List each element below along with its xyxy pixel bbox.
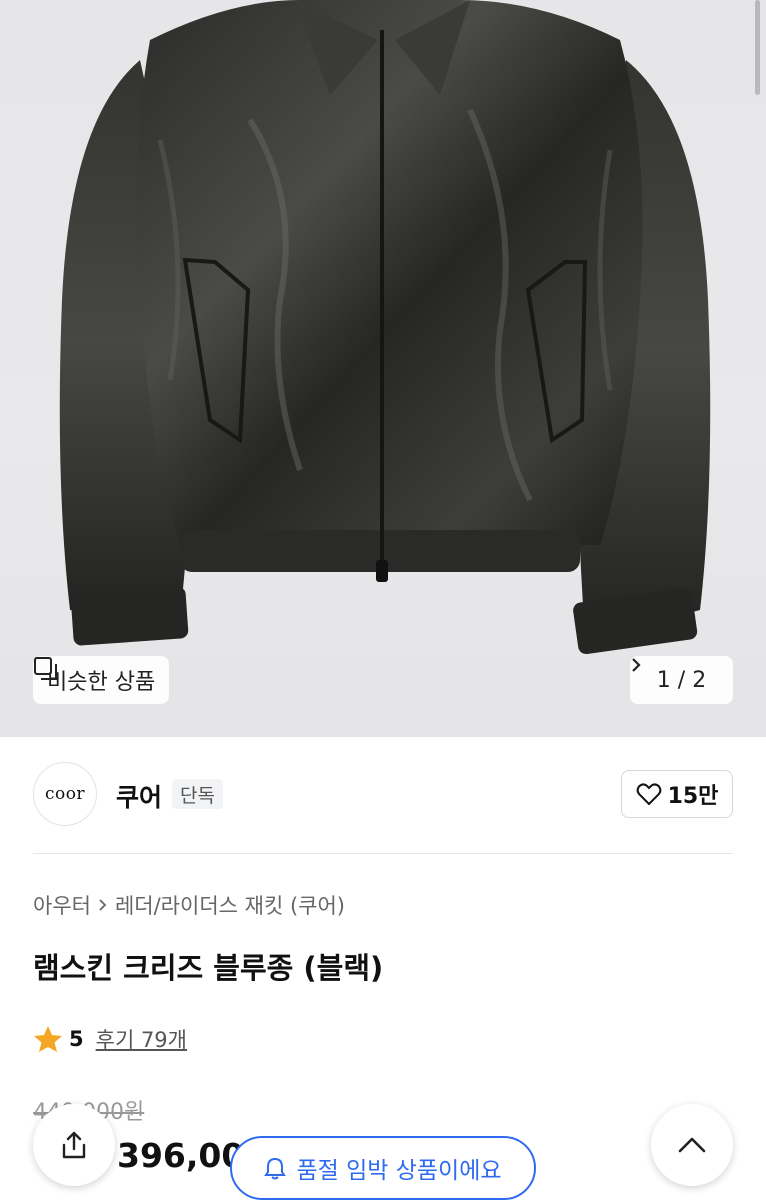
similar-icon: [34, 657, 57, 680]
bell-icon: [264, 1157, 287, 1180]
star-icon: [34, 1026, 62, 1052]
chevron-up-icon: [678, 1137, 706, 1153]
rating: 5 후기 79개: [33, 1024, 187, 1054]
heart-icon: [636, 783, 661, 806]
pager-text: 1 / 2: [656, 667, 707, 693]
like-button[interactable]: 15만: [621, 770, 733, 818]
review-link[interactable]: 후기 79개: [96, 1024, 187, 1054]
like-count: 15만: [667, 784, 719, 809]
sale-price: 396,00: [117, 1136, 245, 1175]
scrollbar[interactable]: [755, 0, 760, 95]
scroll-top-button[interactable]: [651, 1104, 733, 1186]
product-title: 램스킨 크리즈 블루종 (블랙): [33, 951, 384, 985]
brand-name[interactable]: 쿠어: [116, 778, 162, 814]
toast-text: 품절 임박 상품이에요: [296, 1158, 502, 1184]
share-button[interactable]: [33, 1104, 115, 1186]
similar-products-button[interactable]: 비슷한 상품: [33, 656, 170, 704]
breadcrumb: 아우터 레더/라이더스 재킷 (쿠어): [33, 890, 345, 920]
product-image[interactable]: 비슷한 상품 1 / 2: [0, 0, 766, 737]
low-stock-toast[interactable]: 품절 임박 상품이에요: [230, 1136, 536, 1200]
chevron-right-icon: [632, 658, 641, 672]
exclusive-badge: 단독: [172, 779, 223, 809]
share-icon: [62, 1131, 86, 1159]
divider: [33, 853, 733, 854]
chevron-right-icon: [99, 899, 107, 911]
brand-row: coor 쿠어 단독 15만: [33, 762, 733, 826]
rating-score: 5: [69, 1027, 84, 1051]
breadcrumb-item-category[interactable]: 레더/라이더스 재킷 (쿠어): [115, 890, 345, 920]
breadcrumb-item-outer[interactable]: 아우터: [33, 890, 91, 920]
brand-logo[interactable]: coor: [33, 762, 97, 826]
similar-products-label: 비슷한 상품: [47, 670, 156, 695]
image-pager[interactable]: 1 / 2: [630, 656, 733, 704]
jacket-image: [59, 0, 711, 655]
